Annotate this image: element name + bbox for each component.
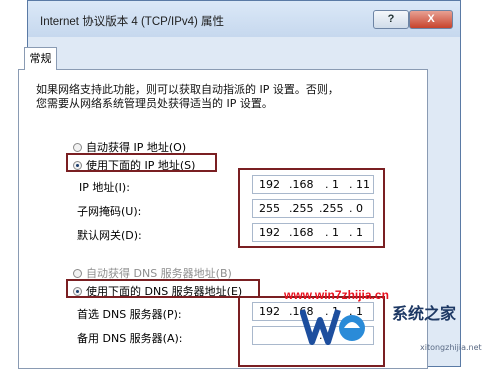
auto-dns-radio[interactable]: 自动获得 DNS 服务器地址(B) xyxy=(73,265,232,281)
watermark-logo-icon xyxy=(300,309,365,345)
octet: . 1 xyxy=(325,226,339,239)
auto-ip-label: 自动获得 IP 地址(O) xyxy=(86,141,187,154)
default-gateway-label: 默认网关(D): xyxy=(77,229,142,242)
window-title: Internet 协议版本 4 (TCP/IPv4) 属性 xyxy=(40,16,225,28)
ip-address-input[interactable]: 192 .168 . 1 . 11 xyxy=(252,175,374,194)
octet: .255 xyxy=(289,202,314,215)
radio-off-icon xyxy=(73,268,82,278)
default-gateway-input[interactable]: 192 .168 . 1 . 1 xyxy=(252,223,374,242)
octet: .168 xyxy=(289,178,314,191)
description-line-1: 如果网络支持此功能，则可以获取自动指派的 IP 设置。否则， xyxy=(36,83,339,96)
watermark-subtext: xitongzhijia.net xyxy=(420,343,482,352)
octet: .168 xyxy=(289,226,314,239)
octet: 255 xyxy=(259,202,280,215)
octet: . 1 xyxy=(325,178,339,191)
auto-dns-label: 自动获得 DNS 服务器地址(B) xyxy=(86,267,232,280)
octet: . 0 xyxy=(349,202,363,215)
radio-on-icon xyxy=(73,286,82,296)
alternate-dns-label: 备用 DNS 服务器(A): xyxy=(77,332,183,345)
octet: 192 xyxy=(259,305,280,318)
watermark-brand: 系统之家 xyxy=(392,304,457,323)
ip-address-label: IP 地址(I): xyxy=(79,181,130,194)
manual-dns-label: 使用下面的 DNS 服务器地址(E) xyxy=(86,285,243,298)
help-button[interactable]: ? xyxy=(373,10,409,29)
tab-general[interactable]: 常规 xyxy=(24,47,57,70)
description-text: 如果网络支持此功能，则可以获取自动指派的 IP 设置。否则， 您需要从网络系统管… xyxy=(36,83,396,111)
close-button[interactable]: X xyxy=(409,10,453,29)
manual-ip-radio[interactable]: 使用下面的 IP 地址(S) xyxy=(73,157,195,173)
manual-ip-label: 使用下面的 IP 地址(S) xyxy=(86,159,196,172)
auto-ip-radio[interactable]: 自动获得 IP 地址(O) xyxy=(73,139,186,155)
octet: .255 xyxy=(319,202,344,215)
radio-on-icon xyxy=(73,160,82,170)
octet: 192 xyxy=(259,226,280,239)
preferred-dns-label: 首选 DNS 服务器(P): xyxy=(77,308,182,321)
octet: . 1 xyxy=(349,226,363,239)
title-bar[interactable]: Internet 协议版本 4 (TCP/IPv4) 属性 ? X xyxy=(28,1,460,37)
octet: 192 xyxy=(259,178,280,191)
radio-off-icon xyxy=(73,142,82,152)
watermark-url: www.win7zhijia.cn xyxy=(284,288,389,302)
octet: . 11 xyxy=(349,178,370,191)
manual-dns-radio[interactable]: 使用下面的 DNS 服务器地址(E) xyxy=(73,283,242,299)
description-line-2: 您需要从网络系统管理员处获得适当的 IP 设置。 xyxy=(36,97,273,110)
subnet-mask-input[interactable]: 255 .255 .255 . 0 xyxy=(252,199,374,218)
subnet-mask-label: 子网掩码(U): xyxy=(77,205,142,218)
